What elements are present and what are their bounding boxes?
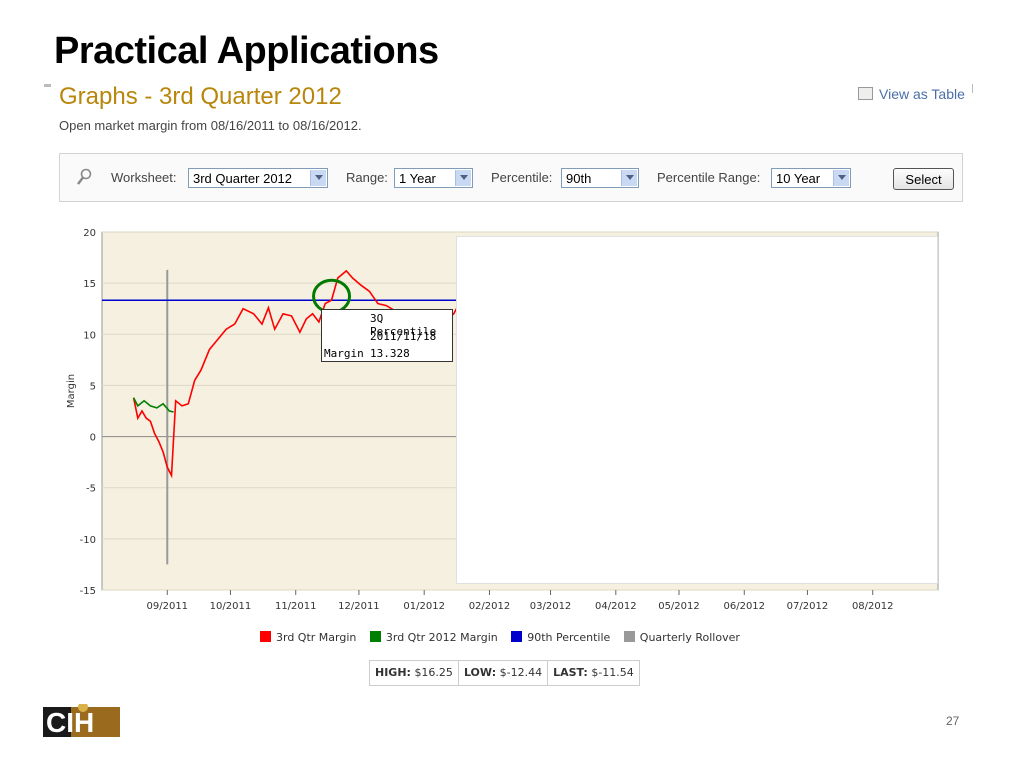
y-tick-label: 10	[83, 330, 96, 341]
percentile-range-value: 10 Year	[776, 171, 821, 186]
chart-legend: 3rd Qtr Margin 3rd Qtr 2012 Margin 90th …	[260, 631, 750, 644]
tooltip-title: 3Q Percentile	[370, 312, 437, 338]
chevron-down-icon[interactable]	[455, 170, 471, 186]
legend-swatch	[260, 631, 271, 642]
x-tick-label: 10/2011	[210, 601, 252, 612]
worksheet-label: Worksheet:	[111, 170, 177, 185]
percentile-select[interactable]: 90th	[561, 168, 639, 188]
legend-swatch	[623, 631, 635, 642]
decorative-dash	[44, 84, 51, 87]
legend-swatch	[511, 631, 523, 642]
series-line-3rd-qtr-margin	[132, 269, 480, 479]
range-label: Range:	[346, 170, 388, 185]
slide-title: Practical Applications	[54, 30, 439, 72]
tooltip-date: 2011/11/18	[370, 330, 437, 343]
y-tick-label: -5	[86, 484, 96, 495]
percentile-range-select[interactable]: 10 Year	[771, 168, 851, 188]
percentile-range-label: Percentile Range:	[657, 170, 761, 185]
y-tick-label: 0	[90, 433, 96, 444]
stat-low-value: $-12.44	[499, 666, 543, 679]
y-tick-label: 20	[83, 228, 96, 239]
magnifier-icon[interactable]	[76, 168, 92, 186]
stat-last: LAST: $-11.54	[548, 661, 639, 685]
legend-label: 3rd Qtr Margin	[276, 631, 357, 644]
range-select[interactable]: 1 Year	[394, 168, 473, 188]
x-tick-label: 02/2012	[469, 601, 511, 612]
chevron-down-icon[interactable]	[621, 170, 637, 186]
x-tick-label: 07/2012	[787, 601, 829, 612]
worksheet-select[interactable]: 3rd Quarter 2012	[188, 168, 328, 188]
stat-high: HIGH: $16.25	[370, 661, 459, 685]
x-tick-label: 12/2011	[338, 601, 380, 612]
x-tick-label: 04/2012	[595, 601, 637, 612]
x-tick-label: 11/2011	[275, 601, 317, 612]
chart-canvas: -15 -10 -5 0 5 10 15 20 Margin 09/2011 10/2011 11/2…	[66, 228, 939, 612]
legend-item[interactable]: 3rd Qtr 2012 Margin	[369, 631, 498, 644]
x-tick-label: 09/2011	[147, 601, 189, 612]
y-tick-label: -10	[80, 535, 96, 546]
stat-low-label: LOW:	[463, 666, 497, 679]
tooltip-margin-label: Margin	[324, 347, 364, 360]
percentile-label: Percentile:	[491, 170, 553, 185]
y-tick-label: 5	[90, 381, 96, 392]
company-logo: CIH	[43, 704, 120, 737]
view-as-table-link[interactable]: View as Table	[858, 86, 965, 102]
x-tick-label: 06/2012	[723, 601, 765, 612]
stats-bar: HIGH: $16.25 LOW: $-12.44 LAST: $-11.54	[369, 660, 640, 686]
worksheet-value: 3rd Quarter 2012	[193, 171, 293, 186]
highlight-circle	[312, 278, 352, 314]
x-tick-label: 01/2012	[403, 601, 445, 612]
decorative-bar	[972, 84, 973, 93]
y-axis-title: Margin	[66, 374, 77, 408]
x-tick-label: 03/2012	[530, 601, 572, 612]
logo-text: CIH	[46, 707, 94, 737]
page-heading: Graphs - 3rd Quarter 2012	[59, 83, 342, 110]
legend-label: 90th Percentile	[527, 631, 611, 644]
legend-swatch	[369, 631, 381, 642]
plot-area	[101, 231, 939, 591]
chart-tooltip: 3Q Percentile 2011/11/18 Margin 13.328	[321, 309, 453, 362]
filter-toolbar: Worksheet: 3rd Quarter 2012 Range: 1 Yea…	[59, 153, 963, 202]
stat-high-label: HIGH:	[375, 666, 411, 679]
view-as-table-label: View as Table	[879, 86, 965, 102]
select-button[interactable]: Select	[893, 168, 954, 190]
x-tick-label: 08/2012	[852, 601, 894, 612]
legend-item[interactable]: Quarterly Rollover	[623, 631, 740, 644]
percentile-value: 90th	[566, 171, 592, 186]
series-line-3rd-qtr-2012-margin	[132, 397, 174, 413]
range-value: 1 Year	[399, 171, 436, 186]
blank-overlay-panel	[456, 236, 938, 584]
stat-last-label: LAST:	[553, 666, 588, 679]
y-tick-label: -15	[80, 586, 96, 597]
stat-last-value: $-11.54	[591, 666, 634, 679]
y-tick-label: 15	[83, 279, 96, 290]
margin-chart: -15 -10 -5 0 5 10 15 20 Margin 09/2011 10/2011 11/2…	[0, 0, 1024, 768]
legend-label: Quarterly Rollover	[639, 631, 740, 644]
stat-high-value: $16.25	[414, 666, 453, 679]
x-tick-label: 05/2012	[658, 601, 700, 612]
table-icon	[858, 87, 873, 100]
legend-item[interactable]: 3rd Qtr Margin	[260, 631, 356, 644]
stat-low: LOW: $-12.44	[459, 661, 549, 685]
page-subtitle: Open market margin from 08/16/2011 to 08…	[59, 118, 362, 133]
chevron-down-icon[interactable]	[833, 170, 849, 186]
page-number: 27	[946, 714, 960, 728]
tooltip-margin-value: 13.328	[370, 347, 410, 360]
legend-item[interactable]: 90th Percentile	[511, 631, 610, 644]
chevron-down-icon[interactable]	[310, 170, 326, 186]
legend-label: 3rd Qtr 2012 Margin	[385, 631, 498, 644]
